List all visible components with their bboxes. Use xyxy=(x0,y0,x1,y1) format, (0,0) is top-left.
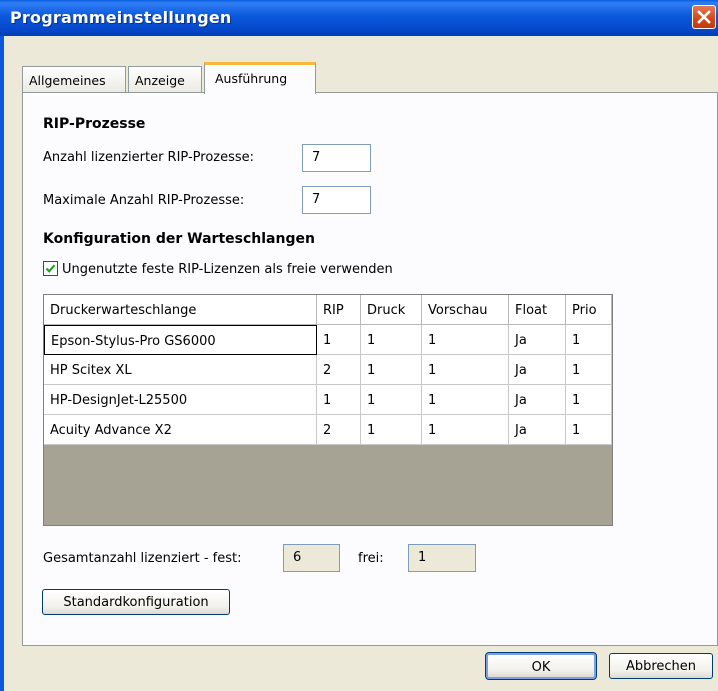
total-free-field: 1 xyxy=(408,544,476,572)
rip-section-heading: RIP-Prozesse xyxy=(43,116,146,132)
total-fixed-field: 6 xyxy=(283,544,340,572)
ok-button[interactable]: OK xyxy=(485,652,597,680)
title-bar[interactable]: Programmeinstellungen xyxy=(0,0,718,36)
table-cell-rip[interactable]: 2 xyxy=(317,415,361,445)
total-licensed-label: Gesamtanzahl lizenziert - fest: xyxy=(43,551,242,566)
table-cell-vorschau[interactable]: 1 xyxy=(422,355,509,385)
table-cell-druck[interactable]: 1 xyxy=(361,355,422,385)
table-cell-float[interactable]: Ja xyxy=(509,325,566,355)
standard-config-button[interactable]: Standardkonfiguration xyxy=(42,589,230,615)
table-cell-queue[interactable]: HP Scitex XL xyxy=(44,355,317,385)
table-cell-prio[interactable]: 1 xyxy=(566,385,612,415)
unused-licenses-checkbox[interactable] xyxy=(43,261,58,276)
table-cell-prio[interactable]: 1 xyxy=(566,415,612,445)
column-header-float[interactable]: Float xyxy=(509,295,566,325)
tab-anzeige[interactable]: Anzeige xyxy=(128,66,202,92)
table-cell-rip[interactable]: 1 xyxy=(317,325,361,355)
table-cell-druck[interactable]: 1 xyxy=(361,325,422,355)
free-label: frei: xyxy=(358,551,384,566)
column-header-prio[interactable]: Prio xyxy=(566,295,612,325)
column-header-rip[interactable]: RIP xyxy=(317,295,361,325)
tab-allgemeines[interactable]: Allgemeines xyxy=(22,66,126,92)
table-cell-vorschau[interactable]: 1 xyxy=(422,415,509,445)
table-cell-vorschau[interactable]: 1 xyxy=(422,385,509,415)
queues-section-heading: Konfiguration der Warteschlangen xyxy=(43,231,315,247)
column-header-queue[interactable]: Druckerwarteschlange xyxy=(44,295,317,325)
table-cell-queue[interactable]: Epson-Stylus-Pro GS6000 xyxy=(44,325,317,355)
cancel-button[interactable]: Abbrechen xyxy=(609,653,713,679)
max-rip-input[interactable]: 7 xyxy=(302,186,371,214)
close-button[interactable] xyxy=(692,5,716,29)
dialog-window: Programmeinstellungen Allgemeines Anzeig… xyxy=(0,0,718,691)
checkmark-icon xyxy=(45,264,56,273)
table-cell-rip[interactable]: 1 xyxy=(317,385,361,415)
table-cell-prio[interactable]: 1 xyxy=(566,355,612,385)
unused-licenses-label[interactable]: Ungenutzte feste RIP-Lizenzen als freie … xyxy=(62,262,393,277)
table-cell-float[interactable]: Ja xyxy=(509,355,566,385)
table-cell-prio[interactable]: 1 xyxy=(566,325,612,355)
column-header-druck[interactable]: Druck xyxy=(361,295,422,325)
table-cell-rip[interactable]: 2 xyxy=(317,355,361,385)
queue-table[interactable]: Druckerwarteschlange RIP Druck Vorschau … xyxy=(43,294,613,526)
licensed-rip-label: Anzahl lizenzierter RIP-Prozesse: xyxy=(43,150,255,165)
table-cell-float[interactable]: Ja xyxy=(509,415,566,445)
licensed-rip-input[interactable]: 7 xyxy=(302,144,371,172)
table-cell-queue[interactable]: HP-DesignJet-L25500 xyxy=(44,385,317,415)
table-cell-vorschau[interactable]: 1 xyxy=(422,325,509,355)
window-frame-left xyxy=(0,36,4,691)
tab-ausfuehrung[interactable]: Ausführung xyxy=(204,62,316,94)
column-header-vorschau[interactable]: Vorschau xyxy=(422,295,509,325)
table-cell-druck[interactable]: 1 xyxy=(361,385,422,415)
table-cell-float[interactable]: Ja xyxy=(509,385,566,415)
table-cell-druck[interactable]: 1 xyxy=(361,415,422,445)
close-icon xyxy=(697,10,711,24)
window-title: Programmeinstellungen xyxy=(10,8,232,27)
table-cell-queue[interactable]: Acuity Advance X2 xyxy=(44,415,317,445)
max-rip-label: Maximale Anzahl RIP-Prozesse: xyxy=(43,193,245,208)
